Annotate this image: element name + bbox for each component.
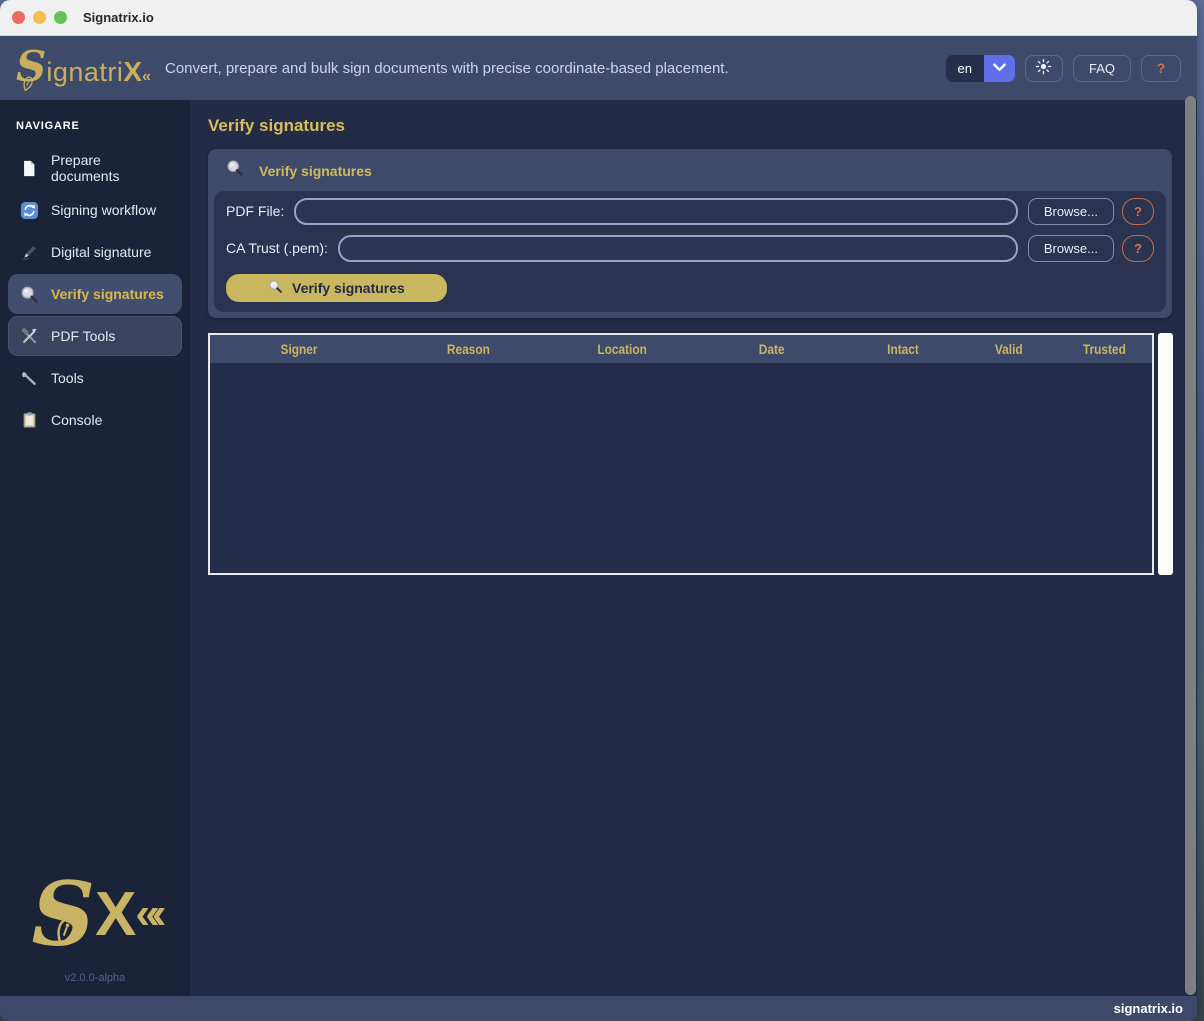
- ca-trust-label: CA Trust (.pem):: [226, 240, 328, 256]
- sidebar-item-verify-signatures[interactable]: Verify signatures: [8, 274, 182, 314]
- ca-trust-browse-button[interactable]: Browse...: [1028, 235, 1114, 262]
- form-row-pdf-file: PDF File: Browse... ?: [226, 197, 1154, 225]
- logo-text: ignatri: [46, 57, 123, 88]
- sidebar-item-console[interactable]: Console: [8, 400, 182, 440]
- sidebar-item-label: Digital signature: [51, 244, 151, 260]
- sidebar-logo: S X «‹: [0, 875, 190, 954]
- logo-letter-x: X: [123, 56, 141, 88]
- table-scrollbar[interactable]: [1158, 333, 1173, 575]
- results-table-zone: Signer Reason Location Date Intact Valid…: [208, 333, 1197, 575]
- faq-button[interactable]: FAQ: [1073, 55, 1131, 82]
- magnifier-icon: [19, 284, 39, 304]
- column-header-reason[interactable]: Reason: [389, 335, 547, 363]
- sidebar-item-label: Prepare documents: [51, 152, 171, 184]
- window-scrollbar[interactable]: [1185, 96, 1196, 995]
- page-title: Verify signatures: [208, 116, 1197, 136]
- sidebar-item-pdf-tools[interactable]: PDF Tools: [8, 316, 182, 356]
- sidebar-item-label: Verify signatures: [51, 286, 164, 302]
- sidebar-item-prepare-documents[interactable]: Prepare documents: [8, 148, 182, 188]
- signatures-table: Signer Reason Location Date Intact Valid…: [208, 333, 1154, 575]
- pdf-file-input[interactable]: [294, 198, 1017, 225]
- table-body-empty: [210, 363, 1152, 573]
- app-header: S ignatri X « Convert, prepare and bulk …: [0, 36, 1197, 100]
- zoom-window-button[interactable]: [54, 11, 67, 24]
- wrench-icon: [19, 368, 39, 388]
- sidebar-item-digital-signature[interactable]: Digital signature: [8, 232, 182, 272]
- column-header-valid[interactable]: Valid: [961, 335, 1057, 363]
- ca-trust-input[interactable]: [338, 235, 1018, 262]
- close-window-button[interactable]: [12, 11, 25, 24]
- app-window: Signatrix.io S ignatri X « Convert, prep…: [0, 0, 1197, 1021]
- titlebar: Signatrix.io: [0, 0, 1197, 36]
- sidebar: NAVIGARE Prepare documents Signing workf…: [0, 100, 190, 996]
- pdf-file-label: PDF File:: [226, 203, 284, 219]
- app-logo: S ignatri X «: [16, 48, 151, 88]
- help-button[interactable]: ?: [1141, 55, 1181, 82]
- verify-signatures-button-label: Verify signatures: [292, 280, 405, 296]
- language-dropdown-button[interactable]: [984, 55, 1015, 82]
- column-header-trusted[interactable]: Trusted: [1057, 335, 1152, 363]
- magnifier-icon: [268, 279, 283, 297]
- verify-panel: Verify signatures PDF File: Browse... ? …: [208, 149, 1172, 318]
- traffic-lights: [12, 11, 67, 24]
- logo-chevrons: «: [142, 68, 151, 86]
- logo-letter-x: X: [95, 879, 133, 950]
- column-header-date[interactable]: Date: [698, 335, 845, 363]
- sun-icon: [1035, 58, 1052, 78]
- document-icon: [19, 158, 39, 178]
- verify-signatures-button[interactable]: Verify signatures: [226, 274, 447, 302]
- column-header-signer[interactable]: Signer: [210, 335, 389, 363]
- panel-body: PDF File: Browse... ? CA Trust (.pem): B…: [214, 191, 1166, 312]
- app-version: v2.0.0-alpha: [0, 972, 190, 984]
- body-row: NAVIGARE Prepare documents Signing workf…: [0, 100, 1197, 996]
- statusbar-brand: signatrix.io: [1114, 1001, 1183, 1016]
- sync-icon: [19, 200, 39, 220]
- column-header-intact[interactable]: Intact: [845, 335, 961, 363]
- panel-header: Verify signatures: [208, 149, 1172, 191]
- clipboard-icon: [19, 410, 39, 430]
- pdf-file-help-button[interactable]: ?: [1122, 198, 1154, 225]
- form-row-ca-trust: CA Trust (.pem): Browse... ?: [226, 234, 1154, 262]
- ca-trust-help-button[interactable]: ?: [1122, 235, 1154, 262]
- status-bar: signatrix.io: [0, 996, 1197, 1021]
- panel-title: Verify signatures: [259, 163, 372, 179]
- chevron-down-icon: [993, 59, 1006, 77]
- hammer-wrench-icon: [19, 326, 39, 346]
- main-content: Verify signatures Verify signatures PDF …: [190, 100, 1197, 996]
- sidebar-item-label: PDF Tools: [51, 328, 115, 344]
- app-tagline: Convert, prepare and bulk sign documents…: [165, 60, 729, 77]
- magnifier-icon: [226, 159, 244, 182]
- pen-icon: [19, 242, 39, 262]
- column-header-location[interactable]: Location: [547, 335, 698, 363]
- header-controls: en FAQ ?: [946, 55, 1181, 82]
- sidebar-item-label: Signing workflow: [51, 202, 156, 218]
- logo-chevrons: «‹: [135, 889, 158, 939]
- sidebar-item-label: Tools: [51, 370, 84, 386]
- minimize-window-button[interactable]: [33, 11, 46, 24]
- sidebar-item-tools[interactable]: Tools: [8, 358, 182, 398]
- window-title: Signatrix.io: [83, 10, 154, 25]
- language-value: en: [946, 55, 984, 82]
- pdf-file-browse-button[interactable]: Browse...: [1028, 198, 1114, 225]
- table-header-row: Signer Reason Location Date Intact Valid…: [210, 335, 1152, 363]
- sidebar-section-label: NAVIGARE: [16, 120, 190, 132]
- theme-toggle-button[interactable]: [1025, 55, 1063, 82]
- sidebar-item-label: Console: [51, 412, 102, 428]
- sidebar-item-signing-workflow[interactable]: Signing workflow: [8, 190, 182, 230]
- language-selector[interactable]: en: [946, 55, 1015, 82]
